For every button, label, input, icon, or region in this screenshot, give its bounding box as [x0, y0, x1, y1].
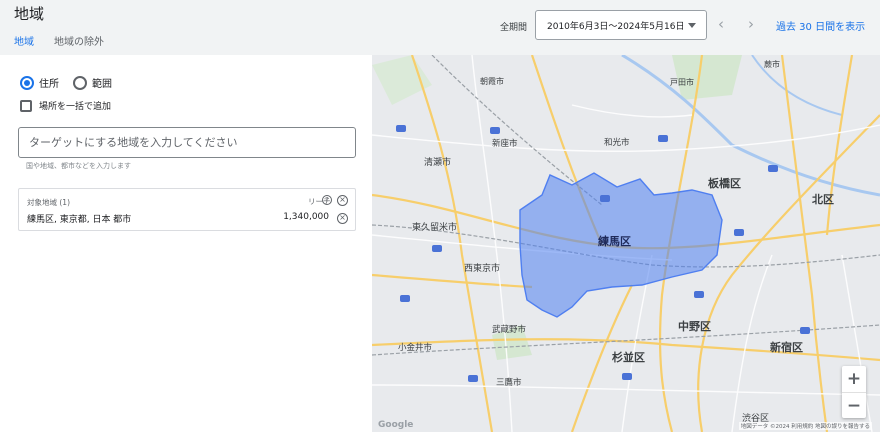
- page-title: 地域: [14, 5, 45, 23]
- radio-radius[interactable]: 範囲: [73, 75, 112, 90]
- google-logo: Google: [378, 420, 414, 430]
- help-icon[interactable]: ?: [322, 195, 332, 205]
- date-range-value: 2010年6月3日～2024年5月16日: [547, 21, 685, 32]
- zoom-out-icon[interactable]: −: [842, 392, 866, 418]
- zoom-in-icon[interactable]: +: [842, 366, 866, 392]
- map-label-niiza: 新座市: [492, 139, 518, 149]
- targets-header: 対象地域 (1): [27, 198, 71, 207]
- map-label-suginami: 杉並区: [612, 351, 645, 364]
- map-label-asaka: 朝霞市: [480, 77, 504, 86]
- location-search-input[interactable]: [18, 127, 356, 158]
- remove-all-icon[interactable]: ×: [337, 195, 348, 206]
- chevron-right-icon[interactable]: ›: [748, 15, 754, 33]
- bulk-add-checkbox[interactable]: 場所を一括で追加: [20, 99, 111, 112]
- map-view[interactable]: 朝霞市 戸田市 蕨市 新座市 和光市 清瀬市 板橋区 北区 東久留米市 練馬区 …: [372, 55, 880, 432]
- map-label-koganei: 小金井市: [398, 343, 433, 353]
- date-range-select[interactable]: 2010年6月3日～2024年5月16日: [535, 10, 707, 40]
- checkbox-icon: [20, 99, 32, 112]
- remove-location-icon[interactable]: ×: [337, 213, 348, 224]
- map-label-kita: 北区: [812, 193, 834, 206]
- map-label-musashino: 武蔵野市: [492, 325, 527, 335]
- input-hint: 国や地域、都市などを入力します: [26, 162, 131, 170]
- radio-radius-label: 範囲: [92, 79, 112, 90]
- map-label-toda: 戸田市: [670, 78, 694, 87]
- radio-unselected-icon: [73, 75, 87, 90]
- map-label-nishitokyo: 西東京市: [464, 264, 501, 274]
- map-label-nakano: 中野区: [678, 320, 711, 333]
- radio-selected-icon: [20, 75, 34, 90]
- location-panel: 住所 範囲 場所を一括で追加 国や地域、都市などを入力します 対象地域 (1) …: [0, 55, 372, 432]
- targeted-locations-box: 対象地域 (1) リーチ ? × 練馬区, 東京都, 日本 都市 1,340,0…: [18, 188, 356, 231]
- location-mode-radios: 住所 範囲: [20, 75, 112, 90]
- radio-address-label: 住所: [39, 79, 59, 90]
- map-attribution[interactable]: 地図データ ©2024 利用規約 地図の誤りを報告する: [738, 422, 872, 430]
- map-label-nerima: 練馬区: [598, 235, 631, 248]
- radio-address[interactable]: 住所: [20, 75, 59, 90]
- target-location-reach: 1,340,000: [283, 212, 329, 222]
- map-label-higashikurume: 東久留米市: [412, 223, 458, 233]
- map-label-mitaka: 三鷹市: [496, 378, 522, 388]
- map-label-itabashi: 板橋区: [708, 177, 741, 190]
- map-label-wako: 和光市: [604, 138, 630, 148]
- map-label-warabi: 蕨市: [764, 60, 780, 69]
- map-label-kiyose: 清瀬市: [424, 158, 452, 168]
- last-30-days-link[interactable]: 過去 30 日間を表示: [776, 18, 865, 33]
- target-location-name: 練馬区, 東京都, 日本 都市: [27, 215, 132, 225]
- zoom-controls: + −: [842, 366, 866, 418]
- caret-down-icon: [688, 23, 696, 28]
- chevron-left-icon[interactable]: ‹: [718, 15, 724, 33]
- period-label: 全期間: [500, 23, 528, 33]
- bulk-add-label: 場所を一括で追加: [39, 102, 112, 112]
- map-label-shinjuku: 新宿区: [770, 341, 803, 354]
